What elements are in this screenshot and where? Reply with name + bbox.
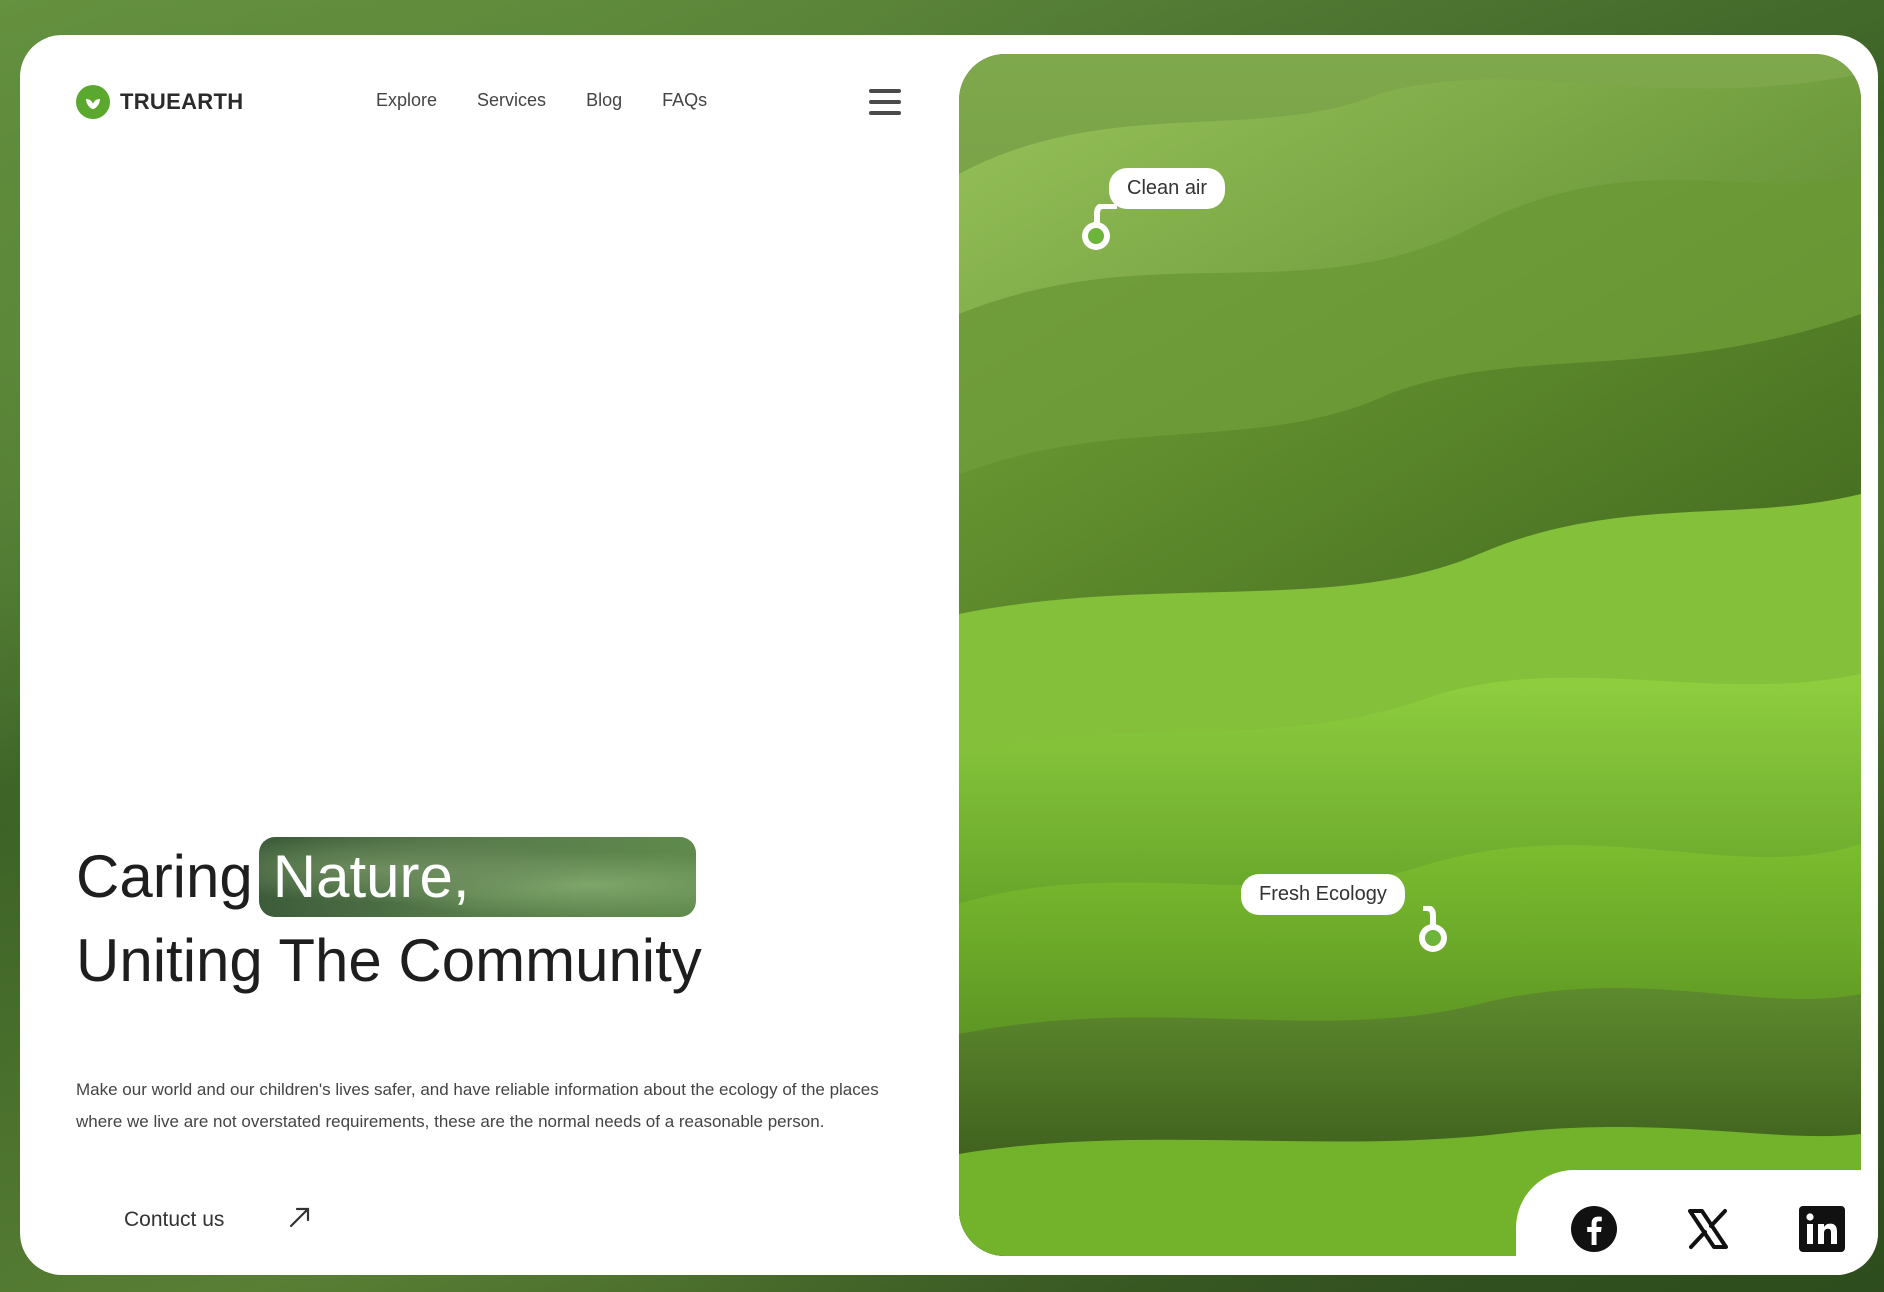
contact-us-label: Contuct us <box>124 1207 225 1231</box>
headline-word: Caring <box>76 843 253 910</box>
leaf-logo-icon <box>76 85 110 119</box>
main-nav: Explore Services Blog FAQs <box>376 90 707 111</box>
facebook-icon[interactable] <box>1570 1205 1618 1253</box>
social-links <box>1570 1205 1846 1253</box>
nav-services[interactable]: Services <box>477 90 546 111</box>
nav-explore[interactable]: Explore <box>376 90 437 111</box>
brand-name: TRUEARTH <box>120 89 244 114</box>
arrow-up-right-icon <box>286 1203 314 1236</box>
landing-card: TRUEARTH Explore Services Blog FAQs Cari… <box>20 35 1878 1275</box>
tag-clean-air: Clean air <box>1109 168 1226 209</box>
x-icon[interactable] <box>1684 1205 1732 1253</box>
hills-photo: Clean air Fresh Ecology <box>959 54 1861 1256</box>
tag-fresh-ecology: Fresh Ecology <box>1241 874 1405 915</box>
brand-logo[interactable]: TRUEARTH <box>76 85 243 119</box>
contact-us-button[interactable]: Contuct us <box>124 1203 314 1236</box>
nav-faqs[interactable]: FAQs <box>662 90 707 111</box>
headline-line-2: Uniting The Community <box>76 927 702 994</box>
hero-headline: Caring Nature, Uniting The Community <box>76 835 702 1003</box>
marker-clean-air[interactable] <box>1082 222 1110 250</box>
hamburger-menu-icon[interactable] <box>869 89 901 115</box>
nav-blog[interactable]: Blog <box>586 90 622 111</box>
headline-highlight: Nature, <box>259 837 696 917</box>
marker-fresh-ecology[interactable] <box>1419 924 1447 952</box>
hero-description: Make our world and our children's lives … <box>76 1080 879 1131</box>
linkedin-icon[interactable] <box>1798 1205 1846 1253</box>
